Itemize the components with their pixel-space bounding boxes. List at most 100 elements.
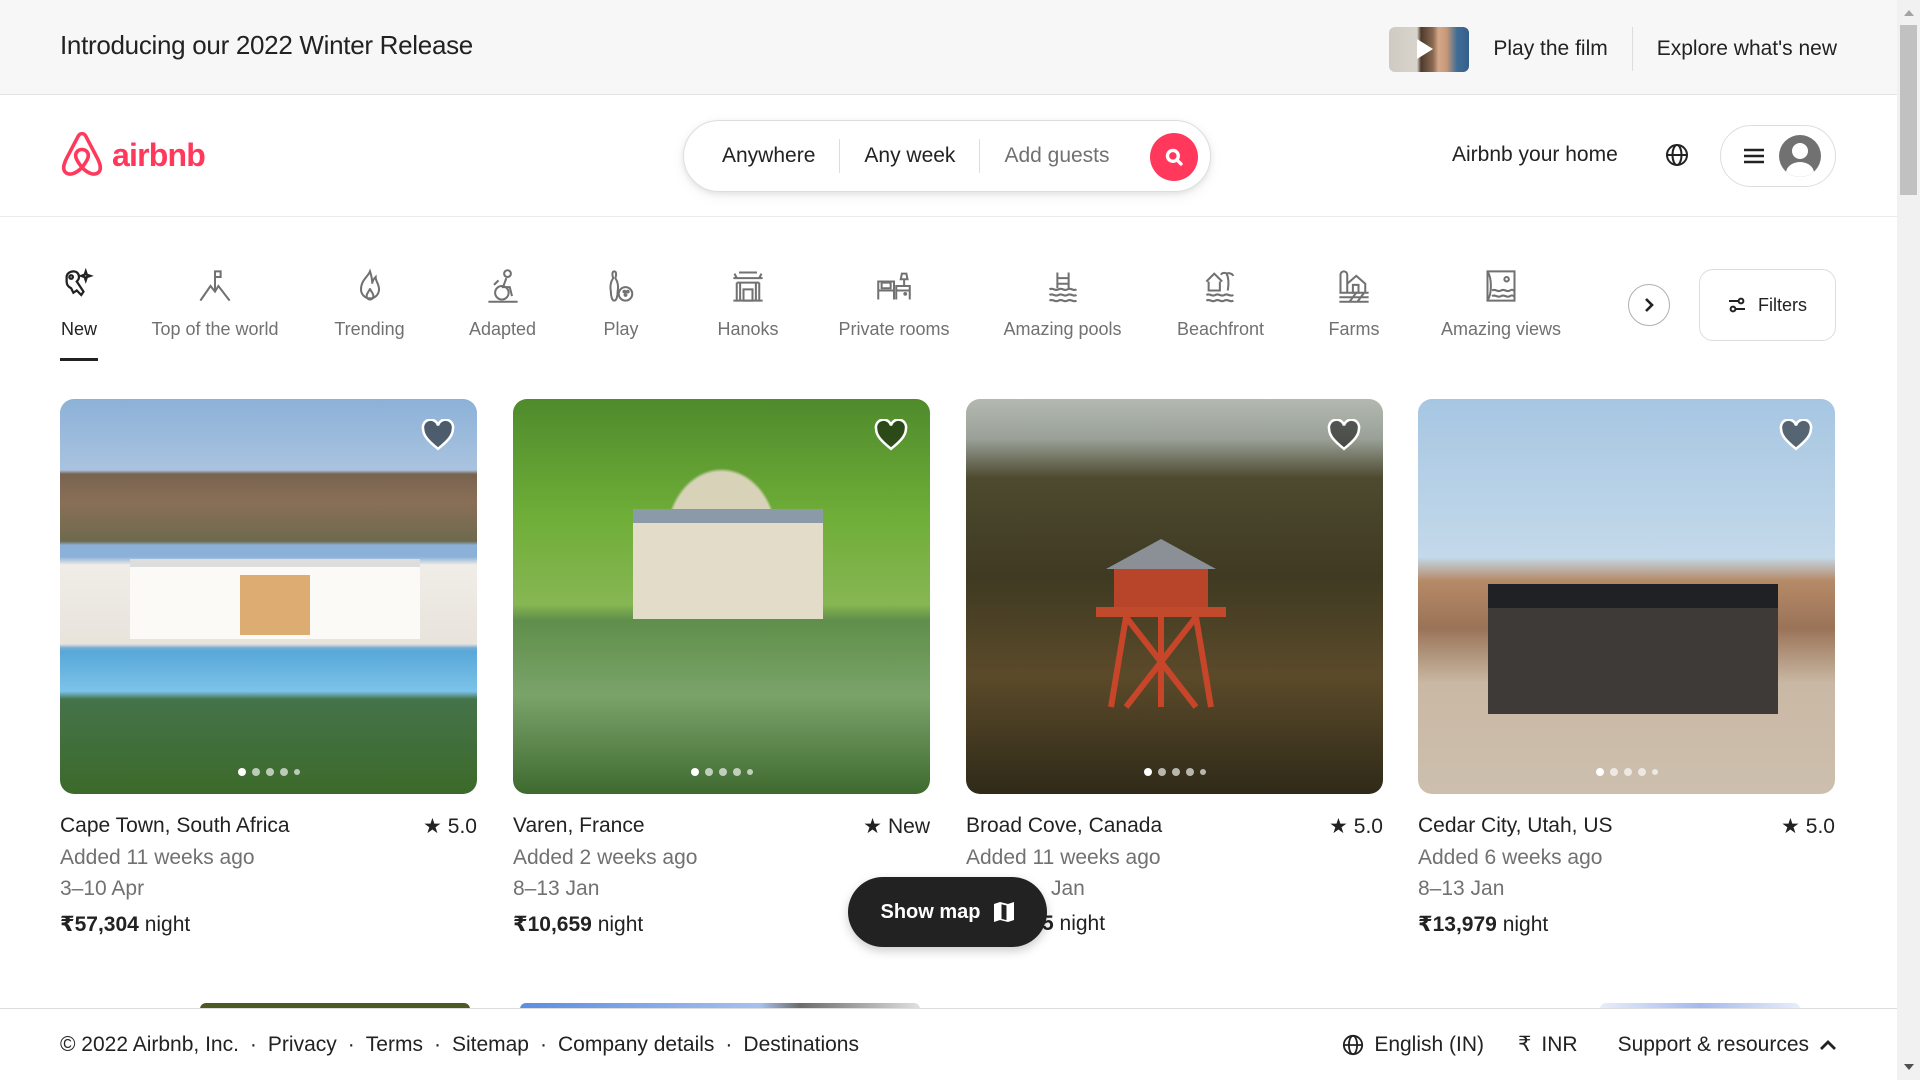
- search-divider: [839, 139, 841, 173]
- scrollbar-thumb[interactable]: [1900, 25, 1917, 195]
- listing-rating: ★ 5.0: [1780, 814, 1835, 839]
- airbnb-belo-icon: [61, 131, 103, 176]
- search-button[interactable]: [1150, 133, 1198, 181]
- listing-card[interactable]: Broad Cove, Canada ★ 5.0 Added 11 weeks a…: [966, 399, 1383, 936]
- logo-wordmark: airbnb: [112, 136, 206, 173]
- heart-icon[interactable]: [421, 419, 455, 451]
- copyright: © 2022 Airbnb, Inc.: [60, 1032, 239, 1056]
- search-when[interactable]: Any week: [864, 144, 955, 168]
- explore-whats-new-link[interactable]: Explore what's new: [1633, 37, 1837, 61]
- star-icon: ★: [422, 815, 442, 838]
- category-label: Trending: [334, 319, 405, 339]
- globe-icon: [1343, 1034, 1364, 1055]
- listing-photo[interactable]: [1418, 399, 1835, 794]
- scroll-down-arrow-icon[interactable]: [1904, 1064, 1914, 1070]
- listing-card[interactable]: Cedar City, Utah, US ★ 5.0 Added 6 weeks …: [1418, 399, 1835, 937]
- filters-button[interactable]: Filters: [1699, 269, 1836, 341]
- currency-selector[interactable]: ₹ INR: [1518, 1032, 1578, 1057]
- scroll-up-arrow-icon[interactable]: [1904, 10, 1914, 16]
- footer-link-destinations[interactable]: Destinations: [743, 1033, 859, 1057]
- listing-dates: 3–10 Apr: [60, 877, 145, 900]
- category-farms[interactable]: Farms: [1326, 262, 1382, 362]
- listing-title: Broad Cove, Canada: [966, 814, 1163, 837]
- film-thumbnail[interactable]: [1389, 26, 1470, 72]
- star-icon: ★: [1328, 815, 1348, 838]
- active-category-indicator: [60, 358, 98, 361]
- category-label: Amazing pools: [1003, 319, 1122, 339]
- language-selector[interactable]: English (IN): [1342, 1033, 1484, 1057]
- site-header: airbnb Anywhere Any week Add guests Airb…: [0, 95, 1897, 217]
- chevron-up-icon: [1820, 1039, 1836, 1050]
- listing-photo[interactable]: [966, 399, 1383, 794]
- listing-title: Cape Town, South Africa: [60, 814, 290, 837]
- category-trending[interactable]: Trending: [332, 262, 407, 362]
- category-beachfront[interactable]: Beachfront: [1173, 262, 1268, 362]
- farm-barn-icon: [1339, 270, 1369, 303]
- fire-tower-illustration: [1096, 539, 1226, 709]
- show-map-label: Show map: [880, 900, 981, 923]
- listing-added: Added 11 weeks ago: [60, 846, 255, 869]
- category-play[interactable]: Play: [598, 262, 644, 362]
- footer-link-privacy[interactable]: Privacy: [268, 1033, 337, 1057]
- category-label: Beachfront: [1176, 319, 1265, 339]
- category-label: Top of the world: [151, 319, 279, 339]
- category-private-rooms[interactable]: Private rooms: [836, 262, 952, 362]
- listing-rating: ★ 5.0: [1328, 814, 1383, 839]
- category-label: Farms: [1328, 319, 1380, 339]
- listing-title: Varen, France: [513, 814, 645, 837]
- banner-title[interactable]: Introducing our 2022 Winter Release: [60, 30, 473, 61]
- footer-settings: English (IN) ₹ INR Support & resources: [1342, 1032, 1837, 1057]
- footer-link-terms[interactable]: Terms: [366, 1033, 423, 1057]
- category-label: Adapted: [468, 319, 537, 339]
- photo-carousel-dots: [60, 768, 477, 776]
- airbnb-your-home-link[interactable]: Airbnb your home: [1452, 143, 1618, 167]
- listing-added: Added 6 weeks ago: [1418, 846, 1603, 869]
- wheelchair-icon: [487, 269, 518, 303]
- listing-photo[interactable]: [60, 399, 477, 794]
- photo-carousel-dots: [513, 768, 930, 776]
- category-scroll-next-button[interactable]: [1628, 284, 1670, 326]
- page: Introducing our 2022 Winter Release Play…: [0, 0, 1897, 1080]
- category-amazing-views[interactable]: Amazing views: [1438, 262, 1564, 362]
- window-view-icon: [1486, 270, 1516, 302]
- footer-link-company-details[interactable]: Company details: [558, 1033, 714, 1057]
- support-resources-toggle[interactable]: Support & resources: [1618, 1033, 1837, 1057]
- listing-photo[interactable]: [513, 399, 930, 794]
- listing-added: Added 2 weeks ago: [513, 846, 698, 869]
- category-hanoks[interactable]: Hanoks: [716, 262, 780, 362]
- play-film-link[interactable]: Play the film: [1469, 37, 1631, 61]
- show-map-button[interactable]: Show map: [848, 877, 1047, 947]
- language-button[interactable]: [1662, 140, 1692, 170]
- category-new[interactable]: New: [60, 262, 98, 362]
- heart-icon[interactable]: [874, 419, 908, 451]
- footer-links: © 2022 Airbnb, Inc. · Privacy · Terms · …: [60, 1032, 859, 1057]
- filters-sliders-icon: [1729, 297, 1745, 313]
- listing-card[interactable]: Cape Town, South Africa ★ 5.0 Added 11 we…: [60, 399, 477, 937]
- filters-label: Filters: [1758, 294, 1807, 315]
- hanok-house-icon: [733, 271, 763, 302]
- hamburger-menu-icon: [1744, 148, 1764, 164]
- category-top-of-the-world[interactable]: Top of the world: [146, 262, 284, 362]
- chevron-right-icon: [1645, 298, 1654, 312]
- heart-icon[interactable]: [1779, 419, 1813, 451]
- site-footer: © 2022 Airbnb, Inc. · Privacy · Terms · …: [0, 1008, 1897, 1080]
- user-menu-button[interactable]: [1720, 125, 1836, 187]
- listing-rating: ★ New: [863, 814, 930, 839]
- category-label: New: [60, 319, 97, 339]
- heart-icon[interactable]: [1327, 419, 1361, 451]
- listing-added: Added 11 weeks ago: [966, 846, 1161, 869]
- search-bar[interactable]: Anywhere Any week Add guests: [683, 120, 1211, 192]
- search-where[interactable]: Anywhere: [722, 144, 815, 168]
- category-adapted[interactable]: Adapted: [465, 262, 540, 362]
- airbnb-logo[interactable]: airbnb: [60, 131, 206, 179]
- category-amazing-pools[interactable]: Amazing pools: [1000, 262, 1125, 362]
- listing-card[interactable]: Varen, France ★ New Added 2 weeks ago 8–1…: [513, 399, 930, 937]
- star-icon: ★: [863, 815, 882, 838]
- page-scrollbar[interactable]: [1897, 0, 1920, 1080]
- footer-link-sitemap[interactable]: Sitemap: [452, 1033, 529, 1057]
- mountain-flag-icon: [199, 270, 231, 302]
- search-guests[interactable]: Add guests: [1004, 144, 1109, 168]
- listing-price: ₹13,979 night: [1418, 913, 1549, 936]
- rupee-icon: ₹: [1518, 1033, 1532, 1056]
- photo-carousel-dots: [1418, 768, 1835, 776]
